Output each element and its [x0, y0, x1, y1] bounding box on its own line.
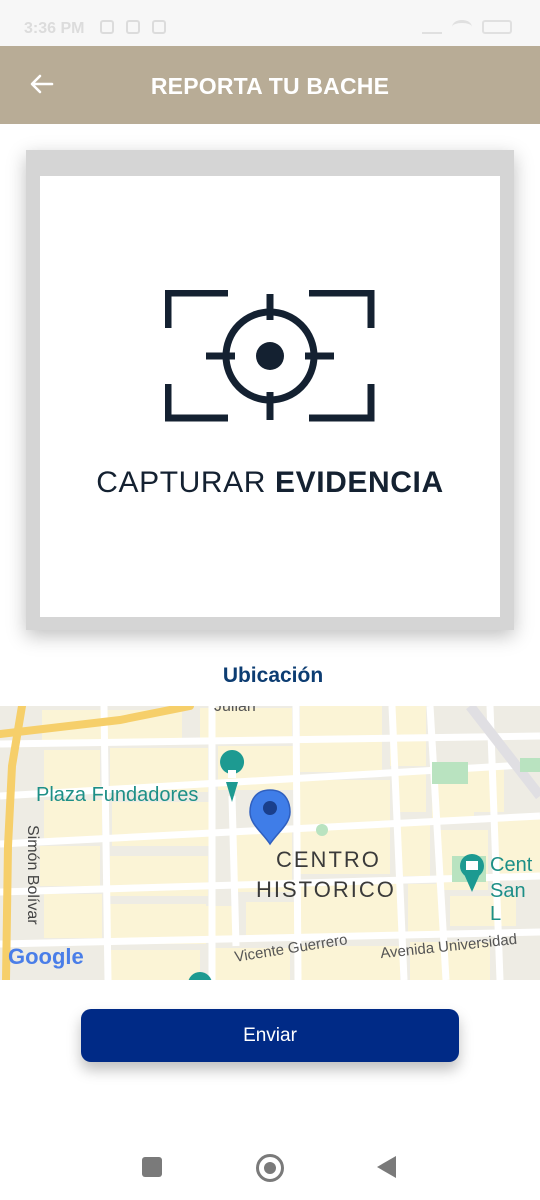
status-bar: 3:36 PM: [0, 0, 540, 46]
notification-icon: [100, 20, 114, 34]
capture-evidence-label: CAPTURAR EVIDENCIA: [40, 466, 500, 500]
google-logo: Google: [8, 944, 84, 969]
capture-evidence-button[interactable]: CAPTURAR EVIDENCIA: [40, 176, 500, 617]
location-map[interactable]: Julian Plaza Fundadores CENTRO HISTORICO…: [0, 706, 540, 980]
back-triangle-icon[interactable]: [377, 1156, 396, 1178]
map-label-plaza: Plaza Fundadores: [36, 784, 199, 806]
signal-icon: [422, 20, 442, 34]
battery-icon: [482, 20, 512, 34]
app-screen: 3:36 PM REPORTA TU BACHE CAPTURAR EVIDEN…: [0, 0, 540, 1200]
map-label-centro: CENTRO: [276, 847, 381, 872]
recent-apps-icon[interactable]: [142, 1157, 162, 1177]
home-icon[interactable]: [256, 1154, 284, 1182]
page-title: REPORTA TU BACHE: [150, 73, 390, 99]
camera-target-icon: [165, 290, 375, 422]
system-nav-bar: [0, 1134, 540, 1200]
status-notification-icons: [100, 20, 166, 34]
app-notification-icon: [152, 20, 166, 34]
map-label-centro-san-1: Cent: [490, 854, 533, 876]
map-label-julian: Julian: [214, 706, 256, 715]
capture-label-regular: CAPTURAR: [96, 466, 275, 499]
map-label-historico: HISTORICO: [256, 877, 396, 902]
location-label: Ubicación: [222, 664, 324, 687]
status-system-icons: [422, 20, 512, 34]
evidence-frame: CAPTURAR EVIDENCIA: [26, 150, 514, 630]
capture-label-bold: EVIDENCIA: [274, 466, 444, 499]
send-button[interactable]: Enviar: [81, 1009, 459, 1062]
alarm-icon: [126, 20, 140, 34]
status-time: 3:36 PM: [24, 20, 85, 37]
wifi-icon: [452, 20, 472, 34]
map-label-centro-san-2: San L: [490, 880, 526, 925]
app-bar: REPORTA TU BACHE: [0, 46, 540, 124]
map-label-simon-bolivar: Simón Bolívar: [24, 825, 41, 925]
